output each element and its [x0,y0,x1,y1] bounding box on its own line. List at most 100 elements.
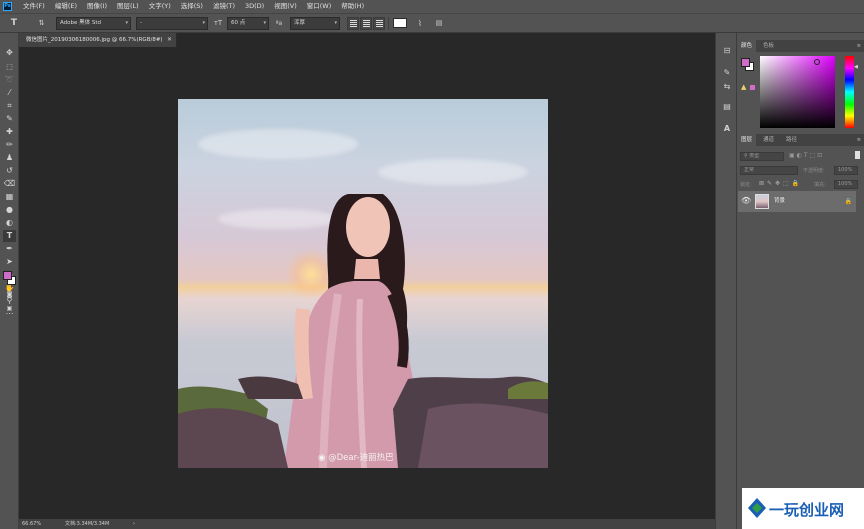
chevron-down-icon: ▾ [334,20,337,26]
fill-field[interactable]: 100% [834,180,858,189]
foreground-color-swatch[interactable] [3,271,12,280]
hue-slider[interactable] [845,56,854,128]
tab-paths[interactable]: 路径 [782,134,801,146]
text-orientation-icon[interactable]: ⇅ [36,17,47,30]
properties-panel-icon[interactable]: ▤ [721,101,733,112]
panel-menu-icon[interactable]: ≡ [857,134,861,146]
search-icon: ⚲ [744,153,748,159]
tab-swatches[interactable]: 色板 [759,40,778,52]
eyedropper-tool-icon[interactable]: ✎ [3,113,16,125]
lock-icon[interactable]: 🔒 [845,191,852,212]
font-style-select[interactable]: - ▾ [136,17,208,30]
anti-alias-value: 浑厚 [294,20,306,26]
gamut-swatch[interactable] [750,85,755,90]
healing-brush-tool-icon[interactable]: ✚ [3,126,16,138]
crop-tool-icon[interactable]: ⌗ [3,100,16,112]
character-panel-icon[interactable]: A [721,123,733,134]
menu-image[interactable]: 图像(I) [82,0,112,13]
gradient-tool-icon[interactable]: ▦ [3,191,16,203]
clone-stamp-tool-icon[interactable]: ♟ [3,152,16,164]
tab-layers[interactable]: 图层 [737,134,757,146]
menu-filter[interactable]: 滤镜(T) [208,0,240,13]
warp-text-icon[interactable]: ⌇ [414,17,426,30]
document-area: 微信图片_20190306180006.jpg @ 66.7%(RGB/8#) … [19,33,715,519]
move-tool-icon[interactable]: ✥ [3,47,16,59]
menu-file[interactable]: 文件(F) [18,0,50,13]
separator [388,17,389,30]
fill-label: 填充: [814,182,826,188]
tools-panel: ✥ ⬚ ➰ ⁄ ⌗ ✎ ✚ ✏ ♟ ↺ ⌫ ▦ ● ◐ T ✒ ➤ ▭ ✋ ⚲ … [0,33,19,529]
foreground-color-swatch[interactable] [741,58,750,67]
blend-mode-select[interactable]: 正常 [740,166,798,175]
layer-name[interactable]: 背景 [774,191,785,212]
menu-3d[interactable]: 3D(D) [240,0,269,13]
tab-color[interactable]: 颜色 [737,40,757,52]
color-picker-field[interactable] [760,56,835,128]
menu-type[interactable]: 文字(Y) [144,0,176,13]
path-selection-tool-icon[interactable]: ➤ [3,256,16,268]
magic-wand-tool-icon[interactable]: ⁄ [3,87,16,99]
lasso-tool-icon[interactable]: ➰ [3,74,16,86]
options-bar: T ⇅ Adobe 黑体 Std ▾ - ▾ ᴛT 60 点 ▾ ªa 浑厚 ▾ ⌇ ▤ [0,13,864,33]
hue-slider-arrow-icon[interactable]: ◀ [854,64,858,70]
color-panel-tabs: 颜色 色板 ≡ [737,40,864,52]
layer-kind-value: 类型 [749,153,760,159]
pen-tool-icon[interactable]: ✒ [3,243,16,255]
close-icon[interactable]: ✕ [167,33,172,47]
filter-toggle[interactable] [855,151,860,159]
blend-mode-value: 正常 [744,167,755,173]
status-bar: 66.67% 文档:3.34M/3.34M › [19,519,715,529]
font-style-value: - [140,20,142,26]
quick-mask-icon[interactable]: ◙ [3,289,16,301]
opacity-label: 不透明度: [803,168,825,174]
font-size-select[interactable]: 60 点 ▾ [227,17,269,30]
opacity-field[interactable]: 100% [834,166,858,175]
opacity-value: 100% [838,167,853,173]
layer-row[interactable]: 👁 背景 🔒 [738,191,856,212]
anti-alias-select[interactable]: 浑厚 ▾ [290,17,340,30]
text-color-swatch[interactable] [393,18,407,28]
align-right-button[interactable] [373,17,385,30]
gamut-warning-icon: ▲ [741,83,747,91]
lock-icons[interactable]: ⊠✎✥⬚🔒 [759,180,802,187]
character-panel-icon[interactable]: ▤ [433,17,445,30]
menu-layer[interactable]: 图层(L) [112,0,144,13]
history-panel-icon[interactable]: ⊟ [721,45,733,56]
history-brush-tool-icon[interactable]: ↺ [3,165,16,177]
screen-mode-icon[interactable]: ▣ [3,303,16,315]
lock-label: 锁定: [740,182,752,188]
panel-menu-icon[interactable]: ≡ [857,40,861,52]
menu-select[interactable]: 选择(S) [176,0,208,13]
photo-canvas[interactable]: ◉ @Dear-迪丽热巴 [178,99,548,468]
align-left-button[interactable] [347,17,359,30]
brush-panel-icon[interactable]: ✎ [721,67,733,78]
menu-help[interactable]: 帮助(H) [336,0,369,13]
tab-channels[interactable]: 通道 [759,134,778,146]
picker-handle[interactable] [814,59,820,65]
eraser-tool-icon[interactable]: ⌫ [3,178,16,190]
adjustments-panel-icon[interactable]: ⇆ [721,81,733,92]
site-logo-icon [748,498,766,518]
font-family-value: Adobe 黑体 Std [60,20,102,26]
chevron-down-icon: ▾ [125,20,128,26]
menu-edit[interactable]: 编辑(E) [50,0,82,13]
dodge-tool-icon[interactable]: ◐ [3,217,16,229]
blur-tool-icon[interactable]: ● [3,204,16,216]
menu-window[interactable]: 窗口(W) [302,0,337,13]
marquee-tool-icon[interactable]: ⬚ [3,61,16,73]
eye-icon[interactable]: 👁 [741,196,751,206]
layer-filter-icons[interactable]: ▣◐T⬚⊡ [789,152,824,159]
menu-view[interactable]: 视图(V) [269,0,302,13]
zoom-level[interactable]: 66.67% [22,519,41,529]
type-tool-preset-icon[interactable]: T [7,17,21,30]
brush-tool-icon[interactable]: ✏ [3,139,16,151]
document-tab[interactable]: 微信图片_20190306180006.jpg @ 66.7%(RGB/8#) … [19,33,177,47]
document-tab-title: 微信图片_20190306180006.jpg @ 66.7%(RGB/8#) [26,37,163,43]
layers-panel-tabs: 图层 通道 路径 ≡ [737,134,864,146]
font-family-select[interactable]: Adobe 黑体 Std ▾ [56,17,131,30]
chevron-right-icon[interactable]: › [133,519,135,529]
site-logo-badge: 一玩创业网 [742,488,864,529]
align-center-button[interactable] [360,17,372,30]
layer-kind-filter[interactable]: ⚲ 类型 [740,152,784,161]
type-tool-icon[interactable]: T [3,230,16,242]
